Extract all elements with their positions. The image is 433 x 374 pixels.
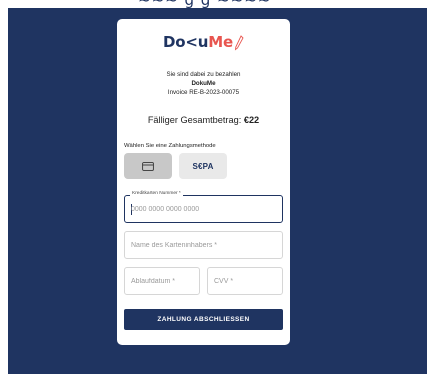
card-number-input[interactable] [125,196,282,222]
payment-card: Do<u Me Sie sind dabei zu bezahlen DokuMe… [117,19,290,345]
expiry-date-field[interactable] [124,267,200,295]
invoice-number: Invoice RE-B-2023-00075 [167,89,240,96]
pencil-icon [234,35,244,51]
cvv-field[interactable] [207,267,283,295]
complete-payment-button[interactable]: ZAHLUNG ABSCHLIESSEN [124,309,283,330]
amount-due: Fälliger Gesamtbetrag: €22 [117,115,290,125]
expiry-date-input[interactable] [125,268,199,294]
payment-method-card-button[interactable] [124,153,172,179]
amount-due-label: Fälliger Gesamtbetrag: [147,115,242,125]
merchant-name: DokuMe [191,80,216,87]
dokume-logo: Do<u Me [117,33,290,51]
payment-method-sepa-button[interactable]: S€PA [179,153,227,179]
payment-intro-text: Sie sind dabei zu bezahlen [166,71,241,78]
cvv-input[interactable] [208,268,282,294]
payment-method-prompt: Wählen Sie eine Zahlungsmethode [124,143,216,149]
cardholder-name-input[interactable] [125,232,282,258]
sepa-logo: S€PA [192,161,214,171]
cardholder-name-field[interactable] [124,231,283,259]
card-number-field[interactable]: Kreditkarten Nummer * [124,191,283,223]
amount-due-value: €22 [243,115,260,125]
credit-card-icon [142,161,154,171]
